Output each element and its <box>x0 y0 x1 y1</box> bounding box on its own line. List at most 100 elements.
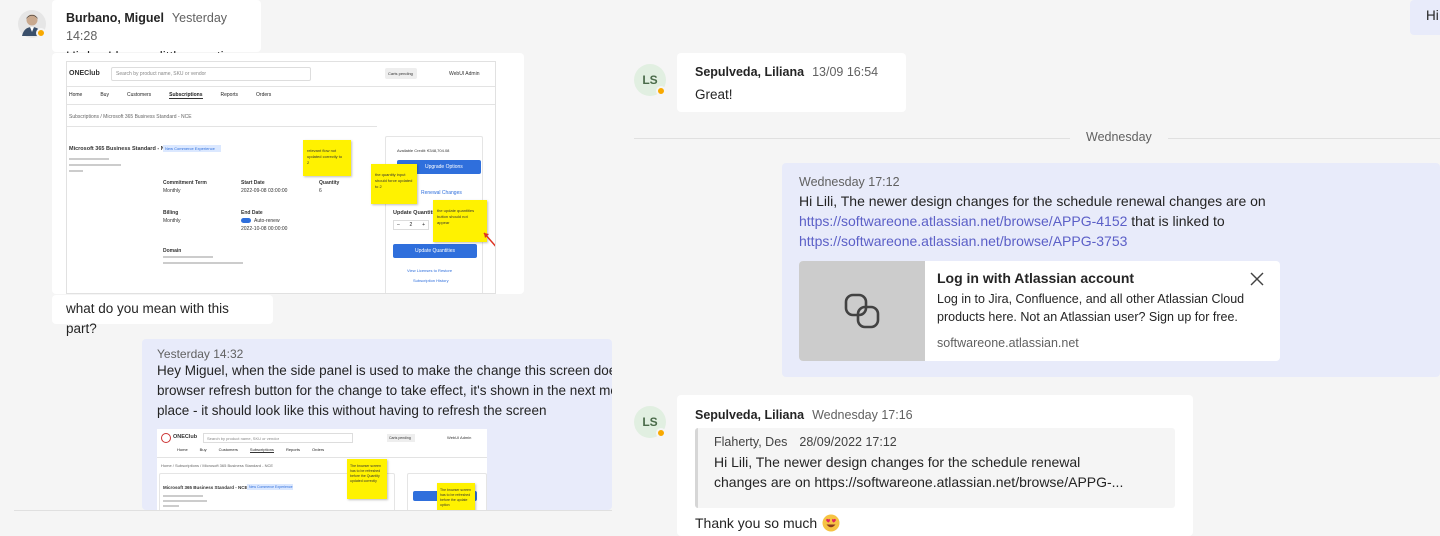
app-nav-item: Subscriptions <box>249 447 274 453</box>
own-message-bubble[interactable]: Wednesday 17:12 Hi Lili, The newer desig… <box>782 163 1440 377</box>
annotation-note: relevant flow not updated correctly to 2 <box>303 140 351 176</box>
date-divider <box>634 138 1440 139</box>
annotation-note-text: The browser screen has to be refreshed b… <box>440 488 471 507</box>
app-nav: Home Buy Customers Subscriptions Reports… <box>177 447 324 453</box>
message-bubble[interactable]: Sepulveda, Liliana Wednesday 17:16 Flaher… <box>677 395 1193 536</box>
app-nav-item: Subscriptions <box>169 92 203 99</box>
app-field-label: Start Date <box>241 180 265 186</box>
app-cart-chip: Carts pending <box>387 434 415 442</box>
own-message-bubble[interactable]: Hi <box>1410 0 1440 35</box>
app-field-value: 2022-09-08 03:00:00 <box>241 188 288 194</box>
jira-link-4152[interactable]: https://softwareone.atlassian.net/browse… <box>799 213 1127 229</box>
date-divider-label: Wednesday <box>1070 130 1168 144</box>
app-field-label: End Date <box>241 210 263 216</box>
app-nav-item: Customers <box>126 92 152 98</box>
screenshot-image[interactable]: ONEClub Search by product name, SKU or v… <box>66 61 496 294</box>
sender-name: Sepulveda, Liliana <box>695 408 805 422</box>
quote-sender: Flaherty, Des <box>714 435 788 449</box>
avatar-miguel[interactable] <box>18 10 46 38</box>
message-text: Hi <box>1426 8 1439 23</box>
app-nav-item: Reports <box>220 92 239 98</box>
link-preview-title[interactable]: Log in with Atlassian account <box>937 270 1134 286</box>
divider <box>14 510 612 511</box>
app-brand: ONEClub <box>173 434 198 440</box>
app-breadcrumb: Subscriptions / Microsoft 365 Business S… <box>69 114 192 120</box>
away-presence-icon <box>36 28 46 38</box>
annotation-note-text: The browser screen has to be refreshed b… <box>350 464 381 483</box>
app-search-placeholder: Search by product name, SKU or vendor <box>207 436 280 441</box>
app-field-label: Commitment Term <box>163 180 207 186</box>
message-text-part: that is linked to <box>1127 213 1225 229</box>
message-bubble[interactable]: Sepulveda, Liliana 13/09 16:54 Great! <box>677 53 906 112</box>
sender-name: Burbano, Miguel <box>66 11 164 25</box>
app-nav: Home Buy Customers Subscriptions Reports… <box>69 92 271 99</box>
app-field-value: Monthly <box>163 218 181 224</box>
app-credit: Available Credit: €348,704.08 <box>397 148 450 153</box>
timestamp: 13/09 16:54 <box>812 65 879 79</box>
jira-link-3753[interactable]: https://softwareone.atlassian.net/browse… <box>799 233 1127 249</box>
app-nav-item: Customers <box>218 447 238 452</box>
avatar-liliana[interactable]: LS <box>634 406 666 438</box>
app-product: Microsoft 365 Business Standard - NCE <box>163 485 248 490</box>
app-license-link: View Licenses to Restore <box>407 268 453 273</box>
app-cart-label: Carts pending <box>388 71 413 76</box>
quote-time: 28/09/2022 17:12 <box>799 435 897 449</box>
app-logo-icon <box>161 433 171 443</box>
app-update-qty-btn: Update Quantities <box>393 244 477 258</box>
avatar-liliana[interactable]: LS <box>634 64 666 96</box>
annotation-note: The browser screen has to be refreshed b… <box>347 459 387 499</box>
app-nav-item: Buy <box>100 92 109 98</box>
app-nav-item: Orders <box>311 447 325 452</box>
message-text: Hi Lili, The newer design changes for th… <box>799 191 1423 251</box>
sender-name: Sepulveda, Liliana <box>695 65 805 79</box>
app-breadcrumb: Home / Subscriptions / Microsoft 365 Bus… <box>161 463 274 468</box>
app-field-value: Monthly <box>163 188 181 194</box>
timestamp: Yesterday 14:32 <box>157 347 244 361</box>
quote-text-line: changes are on https://softwareone.atlas… <box>714 474 1124 490</box>
app-cart-chip: Carts pending <box>385 68 417 79</box>
annotation-note: the update quantities button should not … <box>433 200 487 242</box>
app-nav-item: Orders <box>256 92 272 98</box>
timestamp: Wednesday 17:12 <box>799 175 900 189</box>
app-field-label: Quantity <box>319 180 340 186</box>
app-renewal-link: Renewal Changes <box>421 190 462 196</box>
app-upgrade-label: Upgrade Options <box>425 164 463 170</box>
annotation-note-text: the update quantities button should not … <box>437 208 475 225</box>
heart-eyes-emoji <box>822 514 840 532</box>
app-tag: New Commerce Experience <box>163 145 221 152</box>
link-preview-icon <box>844 293 880 329</box>
app-nav-item: Buy <box>199 447 207 452</box>
message-bubble[interactable]: Burbano, MiguelYesterday 14:28 Hi des I … <box>52 0 261 64</box>
app-nav-item: Home <box>177 447 188 452</box>
app-brand: ONEClub <box>69 70 100 77</box>
away-presence-icon <box>656 428 666 438</box>
message-text: Thank you so much <box>695 515 818 531</box>
app-auto-renew-label: Auto-renew <box>254 218 280 224</box>
app-user: WebUI Admin <box>447 435 472 440</box>
app-qty-stepper: –2 + <box>393 220 429 230</box>
own-message-bubble[interactable]: Yesterday 14:32 Hey Miguel, when the sid… <box>142 339 612 510</box>
screenshot-image[interactable]: ONEClub Search by product name, SKU or v… <box>157 429 487 510</box>
annotation-note-text: relevant flow not updated correctly to 2 <box>307 148 343 165</box>
link-preview-domain: softwareone.atlassian.net <box>937 336 1079 350</box>
quoted-message[interactable]: Flaherty, Des 28/09/2022 17:12 Hi Lili, T… <box>695 428 1175 508</box>
annotation-note: The browser screen has to be refreshed b… <box>437 483 475 510</box>
quote-text-line: Hi Lili, The newer design changes for th… <box>714 454 1081 470</box>
app-search-box: Search by product name, SKU or vendor <box>203 433 353 443</box>
red-arrow-icon <box>483 232 495 247</box>
link-preview-thumb <box>799 261 925 361</box>
message-bubble[interactable]: what do you mean with this part? <box>52 295 273 336</box>
app-field-value: 2022-10-08 00:00:00 <box>241 226 288 232</box>
link-preview-card[interactable]: Log in with Atlassian account Log in to … <box>799 261 1280 361</box>
app-cart-label: Carts pending <box>389 436 411 440</box>
message-text: Great! <box>695 87 733 102</box>
image-attachment[interactable]: ONEClub Search by product name, SKU or v… <box>52 53 524 294</box>
app-nav-item: Reports <box>285 447 300 452</box>
message-text-line: browser refresh button for the change to… <box>157 383 612 398</box>
app-search-box: Search by product name, SKU or vendor <box>111 67 311 81</box>
message-text-line: place - it should look like this without… <box>157 403 547 418</box>
timestamp: Wednesday 17:16 <box>812 408 913 422</box>
app-update-qty-label: Update Quantities <box>415 248 456 254</box>
close-icon[interactable] <box>1249 271 1265 287</box>
app-product: Microsoft 365 Business Standard - NCE <box>69 146 173 152</box>
